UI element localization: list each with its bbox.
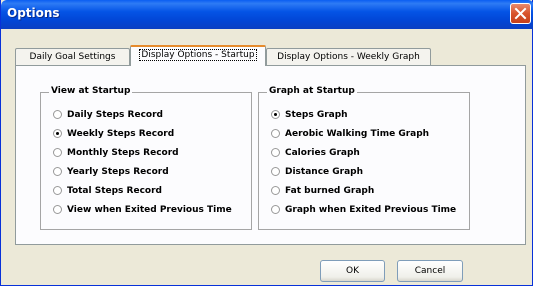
option-label: Aerobic Walking Time Graph bbox=[285, 129, 430, 139]
option-label: Steps Graph bbox=[285, 110, 348, 120]
option-label: Weekly Steps Record bbox=[67, 129, 175, 139]
option-label: Distance Graph bbox=[285, 167, 364, 177]
view-at-startup-group: View at Startup Daily Steps Record Weekl… bbox=[40, 86, 252, 230]
close-icon bbox=[514, 7, 527, 20]
tab-daily-goal-settings[interactable]: Daily Goal Settings bbox=[15, 48, 130, 65]
radio-button[interactable] bbox=[53, 205, 62, 214]
radio-button[interactable] bbox=[271, 167, 280, 176]
radio-button[interactable] bbox=[53, 186, 62, 195]
graph-at-startup-group: Graph at Startup Steps Graph Aerobic Wal… bbox=[258, 86, 470, 230]
radio-button[interactable] bbox=[271, 186, 280, 195]
tab-label: Display Options - Startup bbox=[139, 49, 257, 61]
radio-button[interactable] bbox=[271, 110, 280, 119]
option-label: Fat burned Graph bbox=[285, 186, 375, 196]
tab-label: Display Options - Weekly Graph bbox=[277, 52, 420, 62]
radio-button[interactable] bbox=[53, 148, 62, 157]
radio-button[interactable] bbox=[271, 148, 280, 157]
close-button[interactable] bbox=[510, 3, 531, 24]
tab-display-options-weekly-graph[interactable]: Display Options - Weekly Graph bbox=[266, 48, 431, 65]
option-label: Total Steps Record bbox=[67, 186, 162, 196]
window-title: Options bbox=[7, 6, 60, 20]
tab-panel: View at Startup Daily Steps Record Weekl… bbox=[15, 65, 526, 245]
group-title: View at Startup bbox=[49, 86, 133, 96]
title-bar[interactable]: Options bbox=[1, 0, 533, 29]
ok-button[interactable]: OK bbox=[320, 260, 385, 282]
option-label: Calories Graph bbox=[285, 148, 360, 158]
option-label: View when Exited Previous Time bbox=[67, 205, 232, 215]
radio-button[interactable] bbox=[53, 129, 62, 138]
option-label: Monthly Steps Record bbox=[67, 148, 179, 158]
option-label: Daily Steps Record bbox=[67, 110, 163, 120]
radio-button[interactable] bbox=[53, 110, 62, 119]
radio-button[interactable] bbox=[271, 129, 280, 138]
option-label: Graph when Exited Previous Time bbox=[285, 205, 457, 215]
option-label: Yearly Steps Record bbox=[67, 167, 169, 177]
tab-label: Daily Goal Settings bbox=[29, 52, 116, 62]
tab-display-options-startup[interactable]: Display Options - Startup bbox=[130, 45, 266, 66]
radio-button[interactable] bbox=[271, 205, 280, 214]
cancel-button[interactable]: Cancel bbox=[397, 260, 463, 282]
options-dialog: Options Daily Goal Settings Display Opti… bbox=[0, 0, 533, 286]
group-title: Graph at Startup bbox=[267, 86, 357, 96]
radio-button[interactable] bbox=[53, 167, 62, 176]
